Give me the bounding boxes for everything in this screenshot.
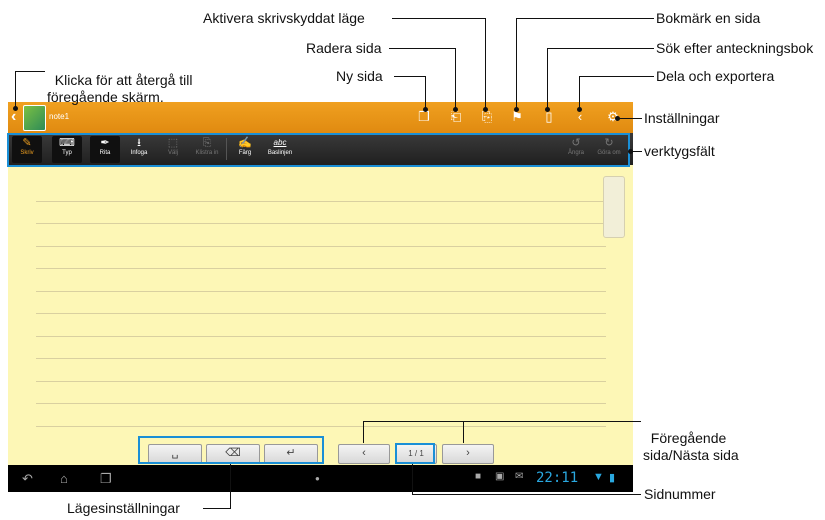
callout-read-only: Aktivera skrivskyddat läge [203, 10, 365, 26]
ruled-line [36, 426, 606, 427]
leader-new-dot [423, 107, 428, 112]
leader-bookmark-h [516, 18, 654, 19]
scroll-handle[interactable] [603, 176, 625, 238]
leader-pagenum-h [412, 494, 641, 495]
leader-new-h [394, 76, 425, 77]
ruled-line [36, 291, 606, 292]
callout-new-page: Ny sida [336, 68, 383, 84]
leader-delete-v [455, 48, 456, 109]
leader-readonly-dot [483, 107, 488, 112]
read-only-icon[interactable]: ⎘ [480, 110, 494, 124]
leader-search-dot [545, 107, 550, 112]
callout-settings: Inställningar [644, 110, 720, 126]
new-page-icon[interactable]: ❐ [417, 110, 431, 124]
notebook-icon[interactable]: ▯ [542, 110, 556, 124]
note-title: note1 [49, 112, 70, 121]
leader-mode-h [203, 508, 231, 509]
back-nav-icon[interactable]: ↶ [22, 471, 33, 487]
leader-share-dot [577, 107, 582, 112]
callout-back: Klicka för att återgå till föregående sk… [47, 55, 193, 106]
leader-search-h [547, 48, 654, 49]
leader-prevnext-h [363, 421, 641, 422]
callout-search-notebook: Sök efter anteckningsbok [656, 40, 814, 56]
callout-prev-next-text: Föregående sida/Nästa sida [643, 430, 739, 463]
leader-settings-h [617, 118, 642, 119]
leader-bookmark-v [516, 18, 517, 109]
callout-delete-page: Radera sida [306, 40, 382, 56]
leader-search-v [547, 48, 548, 109]
ruled-line [36, 268, 606, 269]
leader-delete-dot [453, 107, 458, 112]
ruled-line [36, 201, 606, 202]
clock: 22:11 [536, 470, 579, 486]
leader-bookmark-dot [514, 107, 519, 112]
notification-doc-icon: ■ [475, 471, 482, 482]
callout-page-number: Sidnummer [644, 486, 716, 502]
ruled-line [36, 223, 606, 224]
notification-mail-icon: ✉ [515, 471, 524, 482]
leader-readonly-h [392, 18, 485, 19]
notification-image-icon: ▣ [495, 471, 505, 482]
leader-delete-h [389, 48, 455, 49]
callout-back-text: Klicka för att återgå till föregående sk… [47, 72, 193, 105]
home-nav-icon[interactable]: ⌂ [60, 471, 68, 486]
note-paper[interactable]: ␣ ⌫ ↵ ‹ 1 / 1 › [8, 165, 633, 465]
leader-prevnext-v2 [463, 421, 464, 443]
callout-share-export: Dela och exportera [656, 68, 775, 84]
callout-bookmark: Bokmärk en sida [656, 10, 761, 26]
recent-apps-icon[interactable]: ❐ [100, 471, 112, 487]
ruled-line [36, 381, 606, 382]
callout-prev-next: Föregående sida/Nästa sida [643, 413, 739, 464]
callout-toolbar: verktygsfält [644, 143, 715, 159]
ruled-line [36, 246, 606, 247]
leader-settings-dot [615, 116, 620, 121]
leader-back-v [15, 71, 16, 108]
leader-share-v [579, 76, 580, 109]
next-page-button[interactable]: › [442, 444, 494, 464]
leader-toolbar-h [632, 151, 642, 152]
leader-prevnext-v1 [363, 421, 364, 443]
bookmark-icon[interactable]: ⚑ [510, 110, 524, 124]
leader-readonly-v [485, 18, 486, 109]
ruled-line [36, 358, 606, 359]
notebook-thumbnail-icon[interactable] [23, 105, 46, 131]
mode-keys-highlight-box [138, 436, 324, 464]
delete-page-icon[interactable]: ⎗ [449, 110, 463, 124]
menu-dot-icon[interactable]: ● [315, 474, 320, 483]
leader-share-h [579, 76, 654, 77]
page-number-highlight-box [395, 443, 435, 464]
app-header: ‹ note1 ❐ ⎗ ⎘ ⚑ ▯ ‹ ⚙ [8, 102, 633, 133]
ruled-line [36, 403, 606, 404]
share-icon[interactable]: ‹ [573, 110, 587, 124]
leader-new-v [425, 76, 426, 109]
leader-back-h [15, 71, 45, 72]
prev-page-button[interactable]: ‹ [338, 444, 390, 464]
leader-pagenum-v [412, 464, 413, 494]
callout-mode-settings: Lägesinställningar [67, 500, 180, 516]
leader-back-dot [13, 106, 18, 111]
leader-toolbar-dot [628, 149, 633, 154]
ruled-line [36, 313, 606, 314]
ruled-line [36, 336, 606, 337]
system-navbar: ↶ ⌂ ❐ ● ■ ▣ ✉ 22:11 ▼ ▮ [8, 465, 633, 492]
wifi-icon: ▼ [593, 471, 604, 483]
leader-mode-v [230, 464, 231, 508]
battery-icon: ▮ [609, 472, 616, 484]
toolbar-highlight-box [7, 133, 630, 167]
